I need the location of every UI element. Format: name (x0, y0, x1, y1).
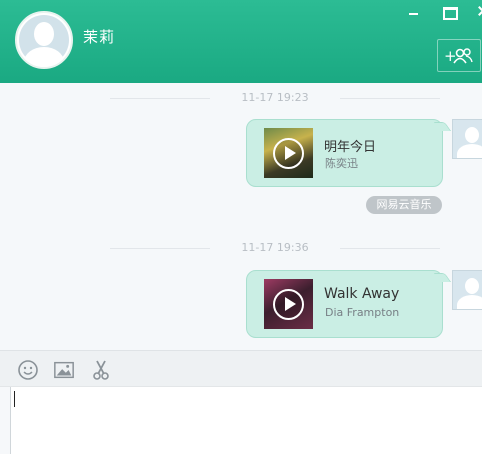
add-user-icon: + (444, 47, 473, 65)
song-title: Walk Away (324, 286, 400, 302)
emoji-icon (18, 360, 38, 380)
close-button[interactable] (473, 4, 482, 18)
play-icon[interactable] (273, 138, 304, 169)
song-artist: Dia Frampton (325, 306, 400, 319)
play-icon[interactable] (273, 289, 304, 320)
timestamp-divider: 11-17 19:23 (110, 91, 440, 105)
message-input[interactable] (10, 387, 482, 454)
timestamp: 11-17 19:36 (238, 241, 312, 254)
avatar-body-shape (24, 47, 64, 67)
sender-avatar[interactable] (452, 270, 482, 310)
image-button[interactable] (53, 359, 75, 381)
image-icon (54, 361, 74, 379)
song-artist: 陈奕迅 (325, 157, 358, 170)
chat-header: 茉莉 + (0, 0, 482, 83)
chat-window: 茉莉 + 11-17 19:23 明年今日 陈奕迅 网易云音乐 11-17 19… (0, 0, 482, 454)
avatar-head-shape (34, 22, 54, 46)
contact-avatar[interactable] (15, 11, 73, 69)
maximize-button[interactable] (440, 4, 458, 20)
emoji-button[interactable] (17, 359, 39, 381)
music-card-message[interactable]: 明年今日 陈奕迅 (246, 119, 443, 187)
input-toolbar (0, 350, 482, 387)
scissors-icon (93, 360, 109, 380)
timestamp: 11-17 19:23 (238, 91, 312, 104)
music-card-message[interactable]: Walk Away Dia Frampton (246, 270, 443, 338)
sender-avatar[interactable] (452, 119, 482, 159)
timestamp-divider: 11-17 19:36 (110, 241, 440, 255)
screenshot-button[interactable] (90, 359, 112, 381)
album-cover[interactable] (264, 128, 313, 178)
message-list[interactable]: 11-17 19:23 明年今日 陈奕迅 网易云音乐 11-17 19:36 W… (0, 83, 482, 350)
contact-name: 茉莉 (83, 28, 116, 46)
text-caret (14, 391, 15, 407)
album-cover[interactable] (264, 279, 313, 329)
add-friend-button[interactable]: + (437, 39, 481, 72)
minimize-button[interactable] (404, 4, 422, 18)
song-title: 明年今日 (324, 140, 377, 155)
source-badge[interactable]: 网易云音乐 (366, 196, 442, 214)
